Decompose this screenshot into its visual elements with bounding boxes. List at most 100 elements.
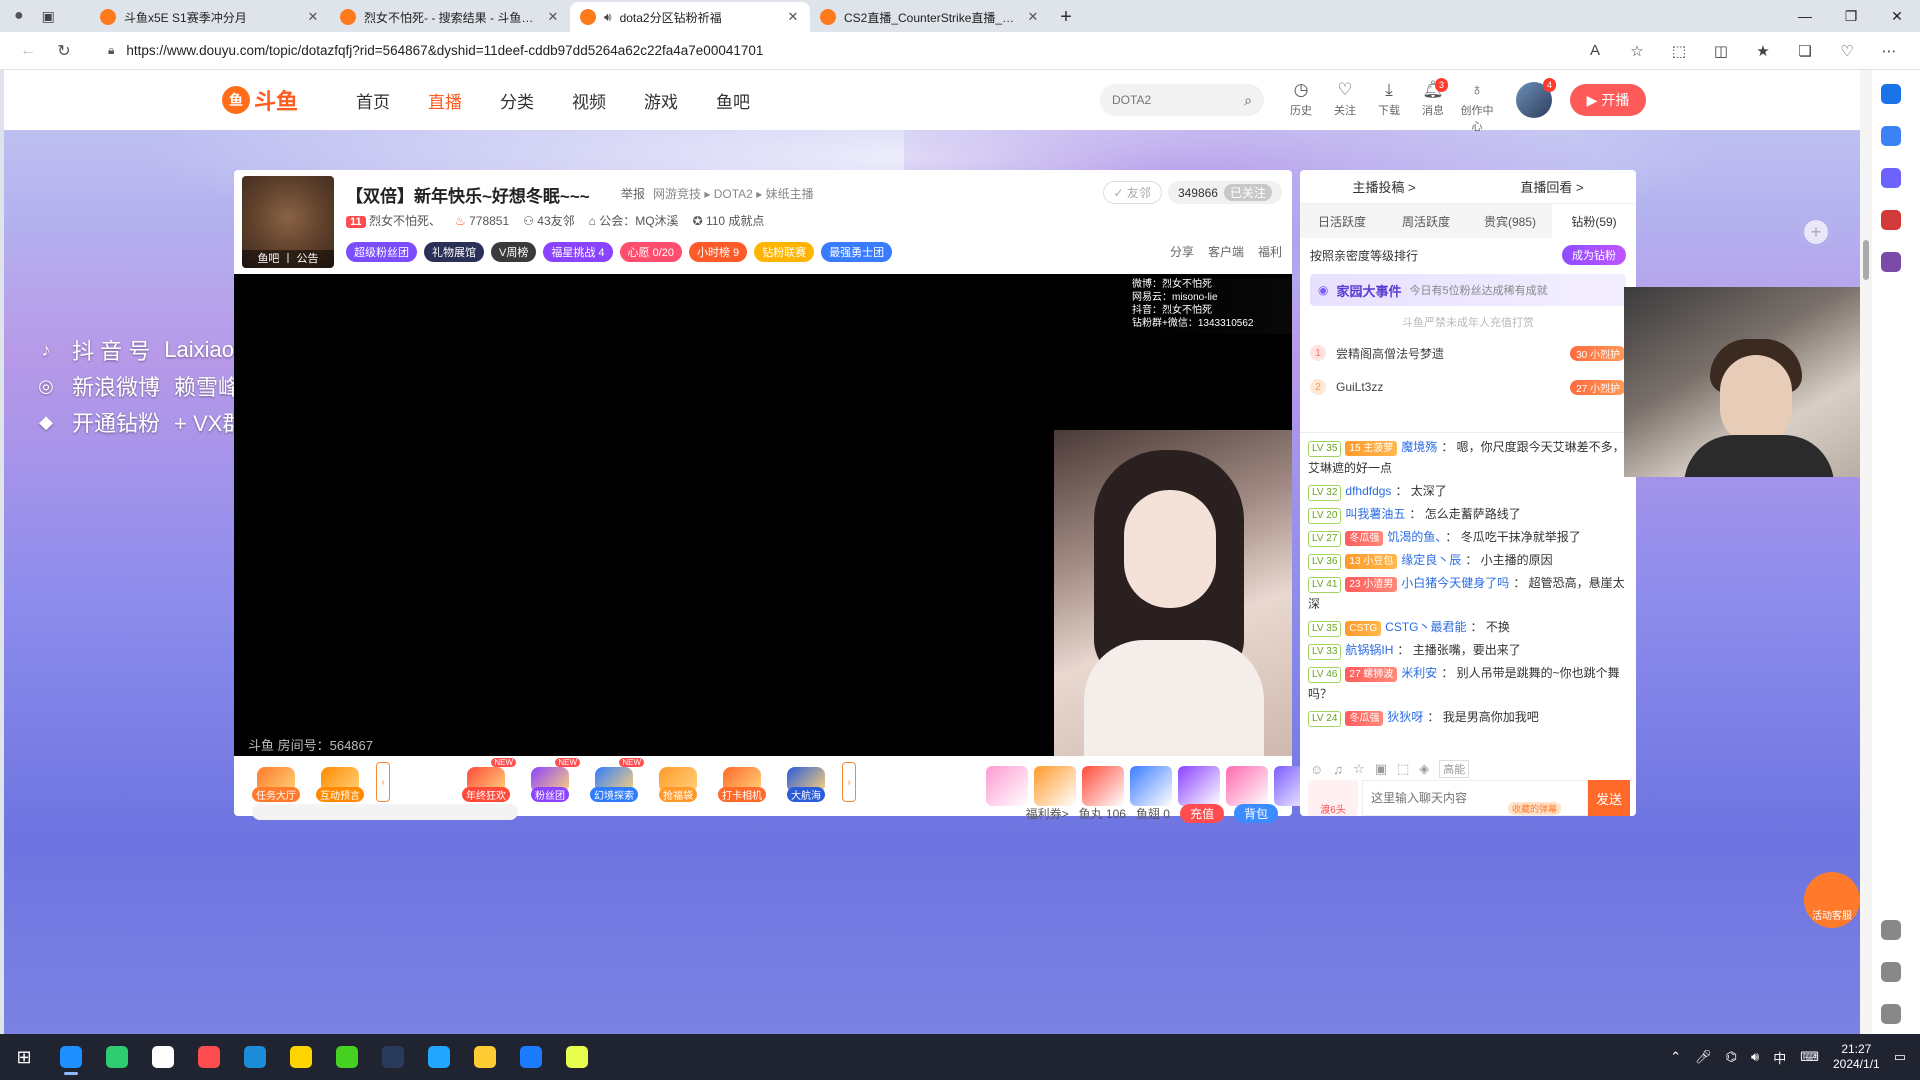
- friend-button[interactable]: ✓ 友邻: [1102, 181, 1162, 204]
- activity-service-button[interactable]: 活动客服: [1804, 872, 1860, 928]
- activity-item[interactable]: 年终狂欢 NEW: [458, 758, 516, 802]
- new-tab-button[interactable]: +: [1050, 2, 1082, 32]
- taskbar-app[interactable]: [94, 1038, 140, 1076]
- side-top-link[interactable]: 直播回看 >: [1468, 170, 1636, 203]
- avatar-label[interactable]: 鱼吧 丨 公告: [242, 250, 334, 268]
- bell-sidebar-icon[interactable]: [1881, 84, 1901, 104]
- activity-item[interactable]: 任务大厅: [248, 762, 304, 802]
- open-external-icon[interactable]: [1881, 962, 1901, 982]
- tools-sidebar-icon[interactable]: [1881, 210, 1901, 230]
- chat-username[interactable]: CSTG丶最君能: [1385, 620, 1466, 634]
- bag-button[interactable]: 背包: [1233, 804, 1278, 823]
- header-tool[interactable]: ♡ 关注: [1328, 80, 1362, 134]
- tray-chevron-icon[interactable]: ⌃: [1670, 1049, 1681, 1065]
- taskbar-app[interactable]: [416, 1038, 462, 1076]
- tag-sidebar-icon[interactable]: [1881, 168, 1901, 188]
- notification-icon[interactable]: ▭: [1894, 1049, 1906, 1065]
- achievement-points[interactable]: 110 成就点: [706, 214, 764, 228]
- rank-tab[interactable]: 钻粉(59): [1552, 204, 1636, 238]
- chat-username[interactable]: 饥渴的鱼、: [1387, 530, 1441, 544]
- tab-actions-icon[interactable]: ▣: [42, 8, 55, 25]
- search-icon[interactable]: ⌕: [1244, 92, 1252, 109]
- more-icon[interactable]: ⋯: [1878, 42, 1900, 60]
- minimize-icon[interactable]: —: [1782, 0, 1828, 32]
- browser-tab[interactable]: 烈女不怕死- - 搜索结果 - 斗鱼直播 ✕: [330, 2, 570, 32]
- room-tool-link[interactable]: 分享: [1170, 243, 1194, 260]
- activity-item[interactable]: 大航海: [778, 762, 834, 802]
- recharge-button[interactable]: 充值: [1179, 804, 1224, 823]
- header-tool[interactable]: ♁ 创作中心: [1460, 80, 1494, 134]
- nav-item[interactable]: 首页: [356, 88, 390, 113]
- url-text[interactable]: https://www.douyu.com/topic/dotazfqfj?ri…: [126, 43, 763, 58]
- become-diamond-button[interactable]: 成为钻粉: [1562, 245, 1626, 265]
- go-live-button[interactable]: ▶ 开播: [1570, 84, 1646, 116]
- add-float-button[interactable]: +: [1804, 220, 1828, 244]
- room-tag[interactable]: V周榜: [491, 242, 537, 262]
- browser-tab[interactable]: CS2直播_CounterStrike直播_CS2 ✕: [810, 2, 1050, 32]
- taskbar-app[interactable]: [186, 1038, 232, 1076]
- keyboard-icon[interactable]: ⌨: [1800, 1049, 1819, 1065]
- scrollbar-thumb[interactable]: [1863, 240, 1869, 280]
- coupon-link[interactable]: 福利券>: [1026, 805, 1069, 822]
- activity-scroll-right-icon[interactable]: ›: [842, 762, 856, 802]
- split-screen-icon[interactable]: ◫: [1710, 42, 1732, 60]
- chat-username[interactable]: 航锅锅IH: [1345, 643, 1393, 657]
- tab-close-icon[interactable]: ✕: [1026, 9, 1040, 25]
- room-tag[interactable]: 福星挑战 4: [543, 242, 613, 262]
- header-tool[interactable]: ⤓ 下载: [1372, 80, 1406, 134]
- anchor-name[interactable]: 烈女不怕死、: [369, 214, 441, 228]
- rank-row[interactable]: 2 GuiLt3zz 27 小烈护: [1300, 370, 1636, 404]
- ime-indicator[interactable]: 中: [1773, 1048, 1786, 1067]
- speaker-icon[interactable]: 🔊︎: [604, 10, 612, 25]
- rank-tab[interactable]: 日活跃度: [1300, 204, 1384, 238]
- header-search[interactable]: ⌕: [1100, 84, 1264, 116]
- chat-username[interactable]: 小白猪今天健身了吗: [1401, 576, 1509, 590]
- nav-item[interactable]: 直播: [428, 88, 462, 113]
- gift-icon[interactable]: [986, 766, 1028, 806]
- chat-username[interactable]: dfhdfdgs: [1345, 484, 1391, 498]
- taskbar-app[interactable]: [48, 1038, 94, 1076]
- star-icon[interactable]: ☆: [1353, 761, 1365, 777]
- room-tag[interactable]: 最强勇士团: [821, 242, 893, 262]
- chat-list[interactable]: LV 35 15 主菠萝 魔境殇： 嗯，你尺度跟今天艾琳差不多，艾琳遮的好一点 LV …: [1300, 432, 1636, 758]
- read-aloud-icon[interactable]: A: [1584, 42, 1606, 60]
- taskbar-app[interactable]: [140, 1038, 186, 1076]
- room-tag[interactable]: 心愿 0/20: [619, 242, 682, 262]
- breadcrumb-item[interactable]: 妹纸主播: [766, 187, 814, 201]
- clock[interactable]: 21:27 2024/1/1: [1833, 1042, 1880, 1072]
- close-window-icon[interactable]: ✕: [1874, 0, 1920, 32]
- people-sidebar-icon[interactable]: [1881, 252, 1901, 272]
- room-tag[interactable]: 钻粉联赛: [754, 242, 815, 262]
- room-tool-link[interactable]: 客户端: [1208, 243, 1244, 260]
- chat-username[interactable]: 缘定良丶辰: [1401, 553, 1461, 567]
- browser-tab[interactable]: 🔊︎ dota2分区钻粉祈福 ✕: [570, 2, 810, 32]
- breadcrumb-item[interactable]: DOTA2: [714, 187, 753, 201]
- gift-icon[interactable]: [1082, 766, 1124, 806]
- taskbar-app[interactable]: [462, 1038, 508, 1076]
- broadcast-icon[interactable]: ♫: [1333, 762, 1343, 777]
- room-tag[interactable]: 超级粉丝团: [346, 242, 417, 262]
- chat-username[interactable]: 叫我薯油五: [1345, 507, 1405, 521]
- rank-tab[interactable]: 周活跃度: [1384, 204, 1468, 238]
- performance-icon[interactable]: ♡: [1836, 42, 1858, 60]
- search-sidebar-icon[interactable]: [1881, 126, 1901, 146]
- volume-icon[interactable]: 🔊︎: [1751, 1049, 1759, 1065]
- activity-item[interactable]: 互动预言: [312, 762, 368, 802]
- profile-icon[interactable]: ●: [14, 7, 24, 25]
- breadcrumb-item[interactable]: 网游竞技: [653, 187, 701, 201]
- rank-tab[interactable]: 贵宾(985): [1468, 204, 1552, 238]
- activity-item[interactable]: 粉丝团 NEW: [522, 758, 580, 802]
- gift-icon[interactable]: [1178, 766, 1220, 806]
- url-box[interactable]: 🔒︎ https://www.douyu.com/topic/dotazfqfj…: [94, 35, 1574, 66]
- emoji-icon[interactable]: ☺: [1310, 762, 1323, 777]
- page-scrollbar[interactable]: [1860, 70, 1872, 1034]
- activity-scroll-icon[interactable]: ‹: [376, 762, 390, 802]
- tab-close-icon[interactable]: ✕: [306, 9, 320, 25]
- extensions-icon[interactable]: ⬚: [1668, 42, 1690, 60]
- mic-icon[interactable]: 🎤︎: [1695, 1049, 1712, 1065]
- nav-item[interactable]: 视频: [572, 88, 606, 113]
- tab-close-icon[interactable]: ✕: [786, 9, 800, 25]
- chat-user-avatar[interactable]: 渡6头: [1308, 780, 1358, 816]
- restore-icon[interactable]: ❐: [1828, 0, 1874, 32]
- taskbar-app[interactable]: [508, 1038, 554, 1076]
